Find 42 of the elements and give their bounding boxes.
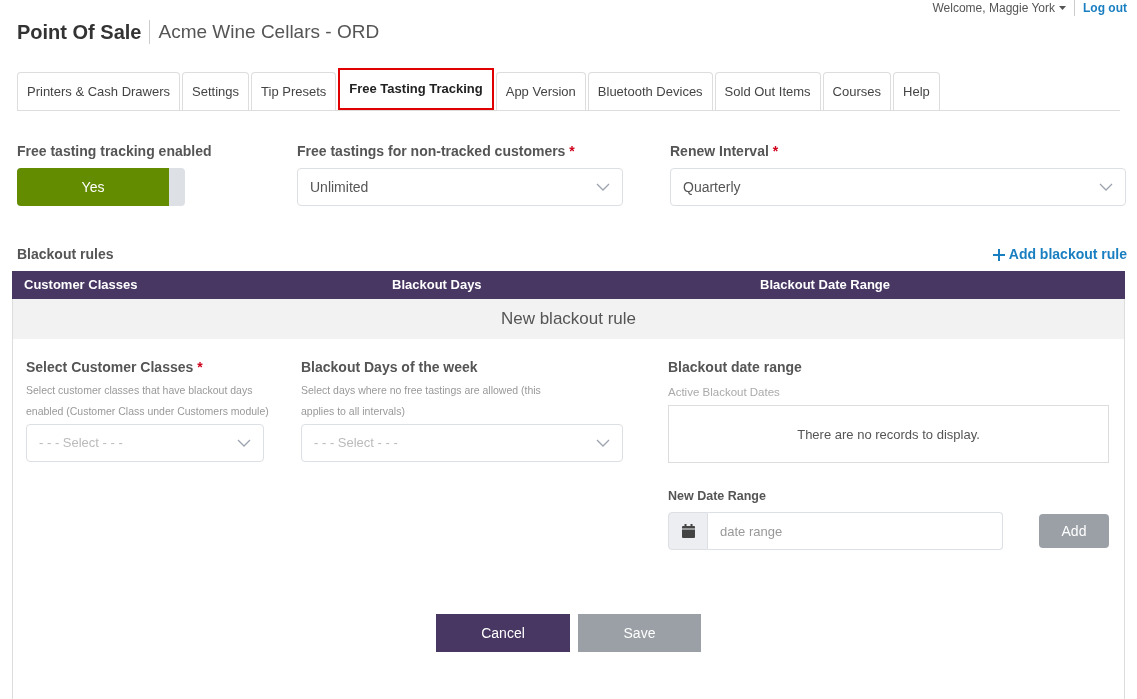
field-label: New Date Range	[668, 488, 767, 506]
tab[interactable]: Bluetooth Devices	[587, 72, 713, 110]
column-header: Blackout Days	[391, 276, 483, 295]
logout-link[interactable]: Log out	[1083, 0, 1127, 17]
renew-interval-select[interactable]: Quarterly	[670, 168, 1126, 206]
field-label: Blackout Days of the week	[301, 358, 479, 377]
tab[interactable]: Free Tasting Tracking	[338, 68, 494, 110]
column-header: Blackout Date Range	[759, 276, 891, 295]
tastings-select[interactable]: Unlimited	[297, 168, 623, 206]
chevron-down-icon	[596, 183, 610, 191]
field-label: Select Customer Classes *	[26, 358, 204, 377]
calendar-icon	[681, 524, 695, 538]
chevron-down-icon	[1099, 183, 1113, 191]
help-text: Select customer classes that have blackout days enabled (Customer Class under Customers module)	[26, 383, 270, 419]
field-label: Renew Interval *	[670, 142, 780, 161]
tab[interactable]: Settings	[182, 72, 250, 110]
add-blackout-rule-link[interactable]: Add blackout rule	[992, 244, 1127, 265]
tab[interactable]: App Version	[495, 72, 586, 110]
field-label: Free tastings for non-tracked customers *	[297, 142, 576, 161]
tab[interactable]: Sold Out Items	[714, 72, 821, 110]
empty-records-box: There are no records to display.	[668, 405, 1109, 464]
tab[interactable]: Printers & Cash Drawers	[17, 72, 181, 110]
welcome-user-menu[interactable]: Welcome, Maggie York	[932, 0, 1066, 17]
form-button[interactable]: Cancel	[436, 614, 570, 652]
tab[interactable]: Courses	[822, 72, 891, 110]
page-title: Point Of Sale	[17, 20, 142, 45]
caret-icon	[1059, 6, 1066, 10]
page-subtitle: Acme Wine Cellars - ORD	[158, 19, 380, 44]
chevron-down-icon	[237, 439, 251, 447]
help-text: Select days where no free tastings are allowed (this applies to all intervals)	[301, 383, 541, 419]
tab[interactable]: Tip Presets	[251, 72, 337, 110]
column-header: Customer Classes	[23, 276, 139, 295]
chevron-down-icon	[596, 439, 610, 447]
toggle-switch[interactable]: Yes	[17, 168, 185, 206]
sub-label: Active Blackout Dates	[668, 385, 781, 400]
panel-heading: New blackout rule	[13, 299, 1124, 339]
tab[interactable]: Help	[893, 72, 940, 110]
date-range-field[interactable]: date range	[708, 512, 1003, 550]
field-label: Blackout date range	[668, 358, 803, 377]
section-title: Blackout rules	[17, 245, 114, 264]
plus-icon	[992, 248, 1005, 261]
field-label: Free tasting tracking enabled	[17, 142, 213, 161]
